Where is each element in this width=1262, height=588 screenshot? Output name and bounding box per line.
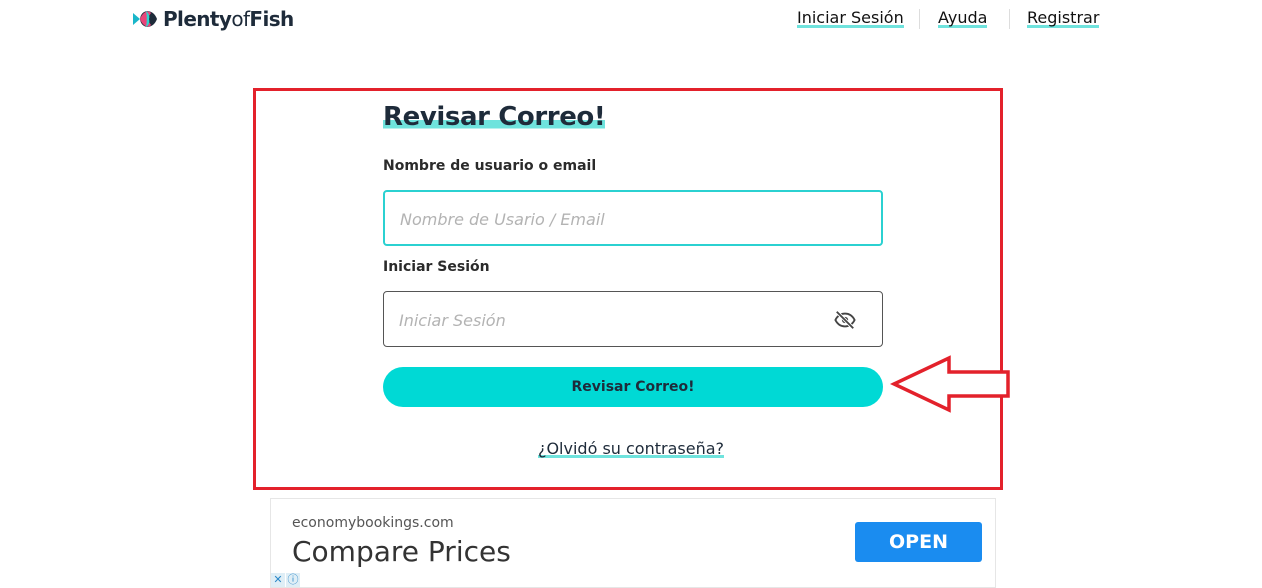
password-field[interactable] — [383, 291, 883, 348]
pof-logo[interactable]: PlentyofFish — [131, 4, 294, 34]
password-input[interactable] — [397, 292, 821, 348]
logo-wordmark: PlentyofFish — [163, 7, 294, 31]
ad-open-button[interactable]: OPEN — [855, 522, 982, 562]
logo-word-3: Fish — [249, 7, 294, 31]
nav-help[interactable]: Ayuda — [938, 8, 988, 28]
password-label: Iniciar Sesión — [383, 259, 490, 275]
form-title: Revisar Correo! — [383, 102, 606, 132]
info-icon[interactable]: ⓘ — [286, 573, 300, 587]
nav-divider — [919, 9, 920, 29]
form-title-text: Revisar Correo! — [383, 102, 606, 132]
ad-banner[interactable]: economybookings.com Compare Prices OPEN … — [270, 498, 996, 588]
ad-headline[interactable]: Compare Prices — [292, 535, 511, 568]
forgot-password: ¿Olvidó su contraseña? — [0, 439, 1262, 458]
nav-login-label[interactable]: Iniciar Sesión — [797, 8, 904, 28]
username-field[interactable] — [383, 190, 883, 246]
nav-login[interactable]: Iniciar Sesión — [797, 8, 904, 28]
nav-register[interactable]: Registrar — [1027, 8, 1100, 28]
nav-divider — [1009, 9, 1010, 29]
highlight-box — [253, 88, 1003, 490]
fish-logo-icon — [133, 11, 157, 27]
ad-badges: ✕ ⓘ — [271, 573, 301, 587]
eye-off-icon[interactable] — [834, 309, 856, 331]
ad-domain: economybookings.com — [292, 515, 454, 531]
logo-word-1: Plenty — [163, 7, 232, 31]
username-label: Nombre de usuario o email — [383, 158, 597, 174]
left-arrow-icon — [890, 355, 1010, 413]
forgot-password-link[interactable]: ¿Olvidó su contraseña? — [537, 439, 725, 458]
logo-word-2: of — [231, 7, 250, 31]
username-input[interactable] — [398, 192, 822, 246]
close-icon[interactable]: ✕ — [271, 573, 285, 587]
submit-button[interactable]: Revisar Correo! — [383, 367, 883, 407]
nav-register-label[interactable]: Registrar — [1027, 8, 1100, 28]
nav-help-label[interactable]: Ayuda — [938, 8, 988, 28]
